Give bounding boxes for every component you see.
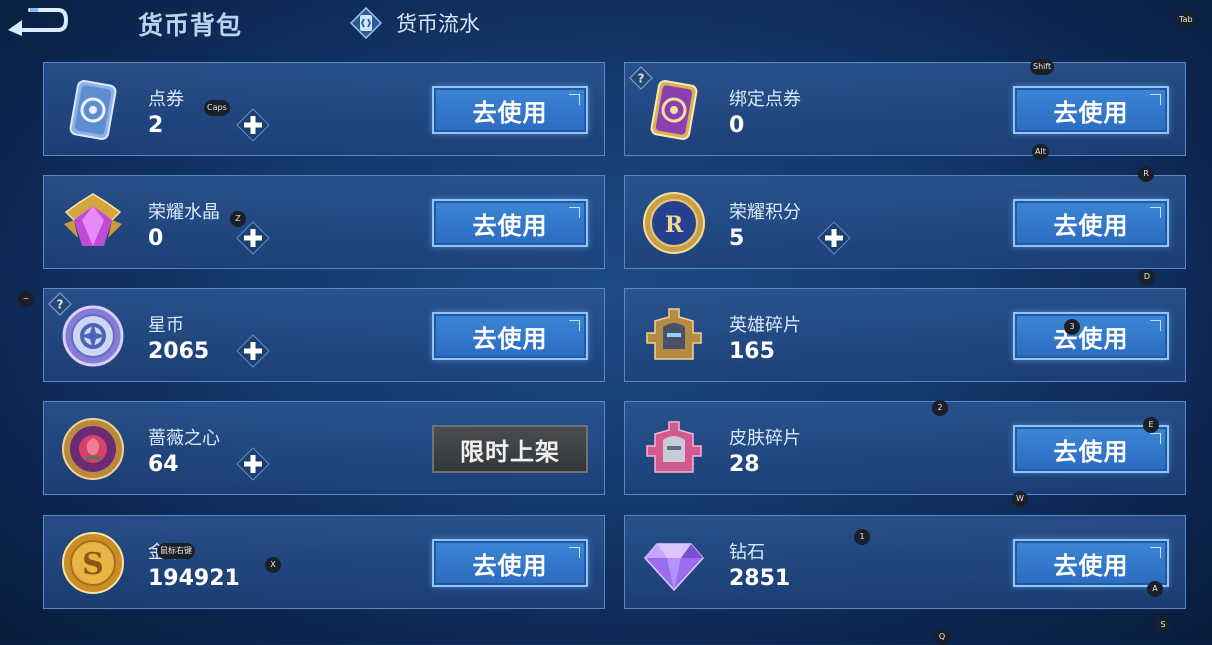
currency-name: 英雄碎片	[729, 315, 801, 336]
key-hint-tab: Tab	[1176, 12, 1196, 28]
add-glory-points-plus-icon[interactable]	[817, 221, 851, 255]
add-voucher-plus-icon[interactable]	[236, 108, 270, 142]
currency-amount: 165	[729, 339, 775, 364]
key-hint-shift: Shift	[1030, 59, 1055, 75]
currency-card-gold-coin: S 金币 194921 去使用	[43, 515, 605, 609]
currency-name: 点券	[148, 89, 184, 110]
currency-card-voucher: 点券 2 去使用	[43, 62, 605, 156]
use-diamond-button[interactable]: 去使用	[1013, 539, 1169, 587]
currency-amount: 2	[148, 113, 164, 138]
key-hint-3: 3	[1064, 319, 1080, 335]
key-hint-z: Z	[230, 211, 246, 227]
currency-amount: 0	[729, 113, 745, 138]
currency-name: 荣耀积分	[729, 202, 801, 223]
use-star-coin-button[interactable]: 去使用	[432, 312, 588, 360]
diamond-icon	[644, 543, 704, 592]
use-gold-coin-button[interactable]: 去使用	[432, 539, 588, 587]
currency-card-glory-crystal: 荣耀水晶 0 去使用	[43, 175, 605, 269]
use-hero-fragment-button[interactable]: 去使用	[1013, 312, 1169, 360]
currency-card-bound-voucher: 绑定点券 0 去使用	[624, 62, 1186, 156]
key-hint-mouse: 鼠标右键	[157, 543, 195, 559]
back-arrow-icon[interactable]	[4, 6, 69, 38]
key-hint-x: X	[265, 557, 281, 573]
glory-crystal-icon	[64, 193, 122, 246]
currency-amount: 2851	[729, 566, 791, 591]
svg-text:R: R	[665, 212, 684, 238]
voucher-card-icon	[69, 80, 117, 140]
use-glory-crystal-button[interactable]: 去使用	[432, 199, 588, 247]
rose-heart-icon	[62, 418, 124, 480]
key-hint-d: D	[1139, 269, 1155, 285]
help-question-icon[interactable]: ?	[48, 292, 72, 316]
key-hint-alt: Alt	[1032, 144, 1049, 160]
key-hint-r: R	[1138, 166, 1154, 182]
currency-card-star-coin: 星币 2065 去使用	[43, 288, 605, 382]
page-title: 货币背包	[138, 11, 243, 40]
use-bound-voucher-button[interactable]: 去使用	[1013, 86, 1169, 134]
limited-time-button[interactable]: 限时上架	[432, 425, 588, 473]
currency-card-hero-fragment: 英雄碎片 165 去使用	[624, 288, 1186, 382]
top-bar: 货币背包 货币流水	[0, 0, 1212, 50]
currency-amount: 5	[729, 226, 745, 251]
use-skin-fragment-button[interactable]: 去使用	[1013, 425, 1169, 473]
currency-name: 蔷薇之心	[148, 428, 220, 449]
use-voucher-button[interactable]: 去使用	[432, 86, 588, 134]
currency-name: 荣耀水晶	[148, 202, 220, 223]
currency-name: 星币	[148, 315, 184, 336]
key-hint-1: 1	[854, 529, 870, 545]
use-glory-points-button[interactable]: 去使用	[1013, 199, 1169, 247]
currency-name: 钻石	[729, 542, 765, 563]
currency-card-diamond: 钻石 2851 去使用	[624, 515, 1186, 609]
currency-amount: 0	[148, 226, 164, 251]
hero-fragment-icon	[646, 308, 702, 360]
svg-text:?: ?	[57, 298, 64, 312]
currency-amount: 2065	[148, 339, 210, 364]
key-hint-w: W	[1012, 491, 1028, 507]
currency-name: 绑定点券	[729, 89, 801, 110]
currency-flow-button[interactable]: 货币流水	[350, 6, 480, 40]
key-hint-tilde: ~	[18, 291, 34, 307]
add-star-coin-plus-icon[interactable]	[236, 334, 270, 368]
currency-card-glory-points: R 荣耀积分 5 去使用	[624, 175, 1186, 269]
currency-amount: 194921	[148, 566, 240, 591]
card-flow-icon	[350, 7, 382, 39]
key-hint-q: Q	[934, 629, 950, 645]
key-hint-caps: Caps	[204, 100, 230, 116]
currency-amount: 64	[148, 452, 179, 477]
gold-coin-icon: S	[62, 532, 124, 594]
add-rose-heart-plus-icon[interactable]	[236, 447, 270, 481]
glory-points-icon: R	[643, 192, 705, 254]
svg-text:S: S	[82, 547, 104, 582]
key-hint-e: E	[1143, 417, 1159, 433]
currency-name: 皮肤碎片	[729, 428, 801, 449]
key-hint-s: S	[1155, 617, 1171, 633]
svg-text:?: ?	[638, 72, 645, 86]
currency-card-skin-fragment: 皮肤碎片 28 去使用	[624, 401, 1186, 495]
currency-amount: 28	[729, 452, 760, 477]
key-hint-a: A	[1147, 581, 1163, 597]
currency-flow-label: 货币流水	[396, 12, 480, 36]
skin-fragment-icon	[646, 421, 702, 473]
help-question-icon[interactable]: ?	[629, 66, 653, 90]
key-hint-2: 2	[932, 400, 948, 416]
currency-card-rose-heart: 蔷薇之心 64 限时上架	[43, 401, 605, 495]
